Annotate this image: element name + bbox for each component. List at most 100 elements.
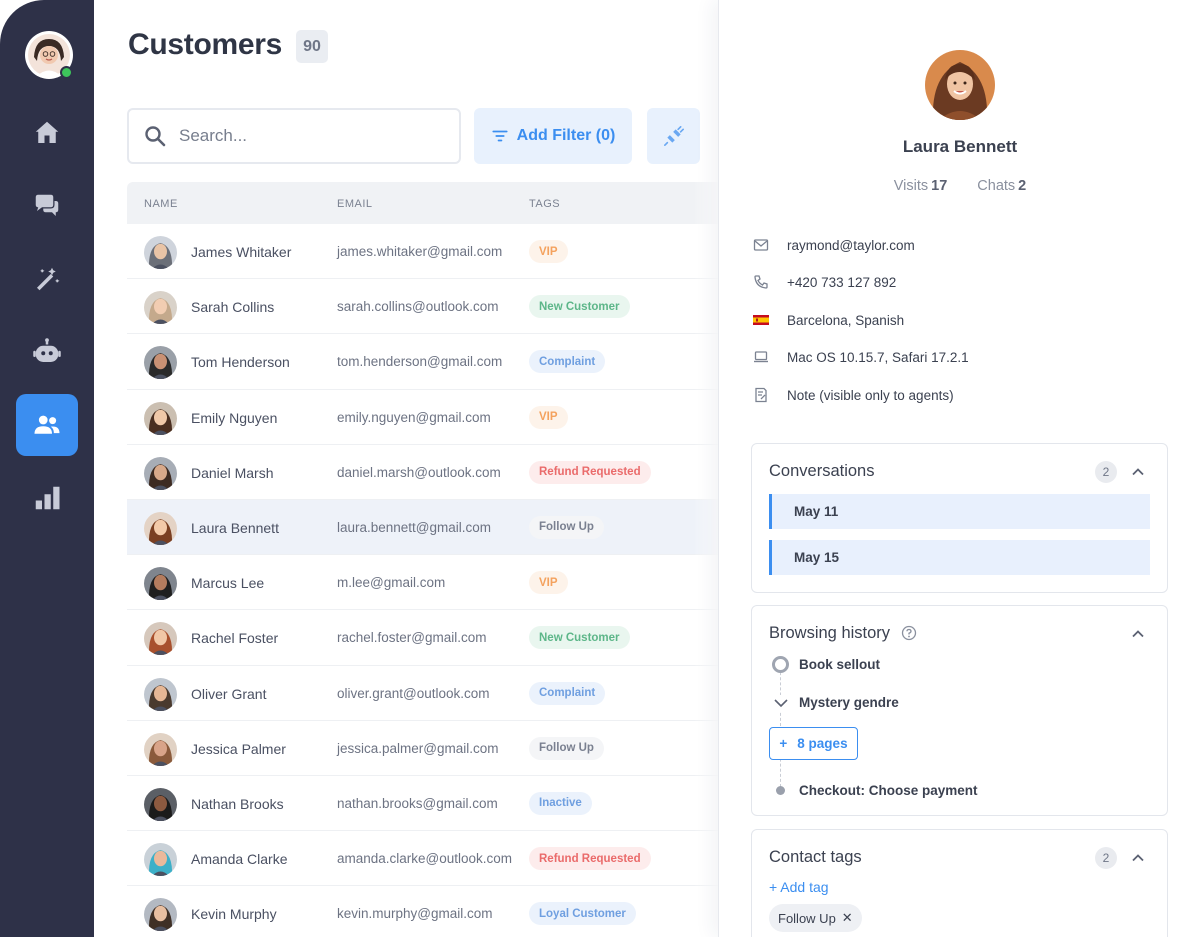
contact-tags-count: 2 xyxy=(1095,847,1117,869)
customer-phone[interactable]: +420 733 127 892 xyxy=(787,275,896,290)
table-row[interactable]: Laura Bennett laura.bennett@gmail.com Foll… xyxy=(127,499,737,556)
customers-list-panel: Customers 90 Add Filter (0) NAME EMAIL T… xyxy=(94,0,737,937)
conversation-item[interactable]: May 15 xyxy=(769,540,1150,575)
history-entry[interactable]: Checkout: Choose payment xyxy=(799,783,978,798)
add-filter-button[interactable]: Add Filter (0) xyxy=(474,108,632,164)
customer-email: daniel.marsh@outlook.com xyxy=(337,464,501,480)
envelope-icon xyxy=(753,239,769,251)
help-icon[interactable] xyxy=(901,625,917,641)
customer-stats: Visits 17 Chats 2 xyxy=(719,178,1200,194)
history-entry[interactable]: Mystery gendre xyxy=(799,695,899,710)
table-row[interactable]: Jessica Palmer jessica.palmer@gmail.com Fo… xyxy=(127,721,737,776)
chevron-up-icon[interactable] xyxy=(1131,465,1145,479)
table-row[interactable]: Amanda Clarke amanda.clarke@outlook.com Re… xyxy=(127,831,737,887)
column-header-name[interactable]: NAME xyxy=(144,198,178,210)
table-body: James Whitaker james.whitaker@gmail.com VI… xyxy=(127,224,737,937)
contact-tag-chip: Follow Up ✕ xyxy=(769,904,862,932)
sidebar-item-bot[interactable] xyxy=(16,321,78,383)
contact-tags-title: Contact tags xyxy=(769,848,862,866)
table-row[interactable]: Oliver Grant oliver.grant@outlook.com Comp… xyxy=(127,666,737,721)
customer-email: james.whitaker@gmail.com xyxy=(337,244,503,259)
conversations-title: Conversations xyxy=(769,462,875,480)
table-row[interactable]: Nathan Brooks nathan.brooks@gmail.com Inac… xyxy=(127,776,737,832)
sidebar-item-chats[interactable] xyxy=(16,175,78,237)
chat-bubbles-icon xyxy=(35,194,59,216)
customer-email: amanda.clarke@outlook.com xyxy=(337,851,513,867)
chats-label: Chats xyxy=(977,178,1016,194)
tag-badge: Complaint xyxy=(529,681,606,705)
history-entry[interactable]: Book sellout xyxy=(799,657,880,672)
customer-email: oliver.grant@outlook.com xyxy=(337,685,490,701)
table-row[interactable]: Kevin Murphy kevin.murphy@gmail.com Loyal … xyxy=(127,886,737,937)
customer-count-badge: 90 xyxy=(296,30,328,63)
table-row[interactable]: Daniel Marsh daniel.marsh@outlook.com Refu… xyxy=(127,445,737,500)
tag-badge: New Customer xyxy=(529,295,630,319)
tag-badge: VIP xyxy=(529,240,568,263)
customer-name: Jessica Palmer xyxy=(191,740,286,757)
chevron-up-icon[interactable] xyxy=(1131,851,1145,865)
customer-details-panel: Laura Bennett Visits 17 Chats 2 raymond@ta… xyxy=(718,0,1200,937)
bot-icon xyxy=(33,338,61,362)
customers-table: NAME EMAIL TAGS James Whitaker james.whit… xyxy=(127,182,737,937)
customer-avatar xyxy=(144,401,177,435)
customer-name: James Whitaker xyxy=(191,244,292,260)
column-header-email[interactable]: EMAIL xyxy=(337,198,373,210)
customer-name: Emily Nguyen xyxy=(191,409,278,426)
customer-email: jessica.palmer@gmail.com xyxy=(337,740,499,756)
conversations-count: 2 xyxy=(1095,461,1117,483)
chevron-up-icon[interactable] xyxy=(1131,627,1145,641)
table-row[interactable]: Rachel Foster rachel.foster@gmail.com New … xyxy=(127,610,737,666)
column-header-tags[interactable]: TAGS xyxy=(529,198,560,210)
history-start-dot xyxy=(772,656,789,673)
tag-badge: VIP xyxy=(529,405,568,429)
note-row[interactable]: Note (visible only to agents) xyxy=(751,385,954,405)
visits-value: 17 xyxy=(931,178,948,194)
conversation-item[interactable]: May 11 xyxy=(769,494,1150,529)
customer-email[interactable]: raymond@taylor.com xyxy=(787,238,915,253)
integrations-button[interactable] xyxy=(647,108,700,164)
table-row[interactable]: Emily Nguyen emily.nguyen@gmail.com VIP xyxy=(127,390,737,445)
email-row: raymond@taylor.com xyxy=(751,235,915,255)
sidebar-item-analytics[interactable] xyxy=(16,467,78,529)
sidebar xyxy=(0,0,94,937)
table-row[interactable]: Tom Henderson tom.henderson@gmail.com Comp… xyxy=(127,334,737,390)
customer-avatar xyxy=(144,843,177,877)
customer-avatar xyxy=(144,622,177,656)
customer-avatar xyxy=(144,732,177,766)
table-row[interactable]: Marcus Lee m.lee@gmail.com VIP xyxy=(127,555,737,611)
tag-badge: Loyal Customer xyxy=(529,902,636,926)
agent-note-field[interactable]: Note (visible only to agents) xyxy=(787,388,954,403)
table-header: NAME EMAIL TAGS xyxy=(127,182,737,224)
table-row[interactable]: Sarah Collins sarah.collins@outlook.com Ne… xyxy=(127,279,737,335)
customer-avatar xyxy=(144,511,177,545)
sidebar-item-home[interactable] xyxy=(16,102,78,164)
tag-badge: New Customer xyxy=(529,626,630,650)
table-row[interactable]: James Whitaker james.whitaker@gmail.com VI… xyxy=(127,224,737,280)
customer-email: laura.bennett@gmail.com xyxy=(337,519,492,535)
tag-badge: Complaint xyxy=(529,350,606,374)
customer-avatar xyxy=(144,456,177,490)
sidebar-item-magic[interactable] xyxy=(16,248,78,310)
remove-tag-icon[interactable]: ✕ xyxy=(842,910,853,926)
filter-icon xyxy=(492,130,508,142)
phone-icon xyxy=(754,275,768,289)
contact-tag-label: Follow Up xyxy=(778,910,836,926)
sidebar-item-customers[interactable] xyxy=(16,394,78,456)
customer-name: Marcus Lee xyxy=(191,575,265,592)
expand-pages-button[interactable]: + 8 pages xyxy=(769,727,858,760)
customer-avatar xyxy=(144,346,177,380)
customer-name: Amanda Clarke xyxy=(191,851,288,868)
customer-name: Laura Bennett xyxy=(902,137,1018,156)
chevron-down-icon[interactable] xyxy=(773,695,789,711)
customer-email: nathan.brooks@gmail.com xyxy=(337,795,498,811)
visits-label: Visits xyxy=(893,178,929,194)
search-input[interactable] xyxy=(179,126,439,146)
add-tag-link[interactable]: + Add tag xyxy=(769,879,829,895)
customer-device: Mac OS 10.15.7, Safari 17.2.1 xyxy=(787,349,969,365)
search-box[interactable] xyxy=(127,108,461,164)
search-icon xyxy=(145,126,166,147)
phone-row: +420 733 127 892 xyxy=(751,272,896,292)
customer-name: Tom Henderson xyxy=(191,354,290,371)
customer-avatar xyxy=(144,236,177,269)
customer-email: sarah.collins@outlook.com xyxy=(337,299,499,315)
